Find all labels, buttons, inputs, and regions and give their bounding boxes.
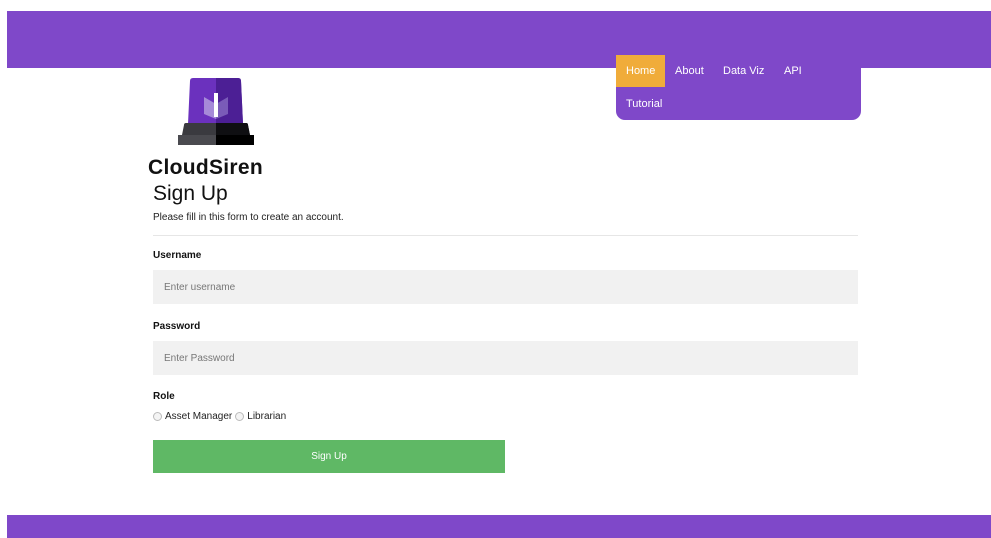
role-label: Role: [153, 391, 175, 402]
nav-item-about[interactable]: About: [665, 55, 714, 87]
nav-item-home[interactable]: Home: [616, 55, 666, 87]
password-label: Password: [153, 321, 201, 332]
sign-up-button[interactable]: Sign Up: [153, 440, 505, 473]
asset-manager-radio-label[interactable]: Asset Manager: [165, 411, 232, 422]
page-subtitle: Please fill in this form to create an ac…: [153, 212, 344, 223]
nav-item-data-viz[interactable]: Data Viz: [713, 55, 774, 87]
asset-manager-radio[interactable]: [153, 412, 162, 421]
brand-name: CloudSiren: [148, 156, 264, 179]
divider: [153, 235, 858, 236]
siren-icon: [176, 77, 256, 147]
main-nav: Home About Data Viz API Tutorial: [616, 55, 861, 120]
username-label: Username: [153, 250, 202, 261]
nav-item-api[interactable]: API: [774, 55, 812, 87]
nav-item-tutorial[interactable]: Tutorial: [616, 88, 672, 120]
username-input[interactable]: [153, 270, 858, 304]
page-title: Sign Up: [153, 182, 228, 205]
footer-bar: [7, 515, 991, 538]
password-input[interactable]: [153, 341, 858, 375]
librarian-radio-label[interactable]: Librarian: [247, 411, 286, 422]
librarian-radio[interactable]: [235, 412, 245, 421]
role-radio-group: Asset Manager Librarian: [153, 411, 289, 422]
